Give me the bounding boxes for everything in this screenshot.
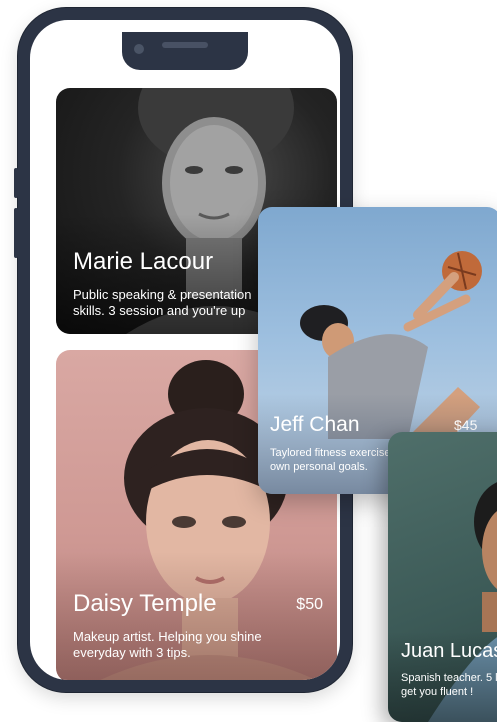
card-description: Public speaking & presentation skills. 3… [73, 287, 252, 320]
card-description-line: Makeup artist. Helping you shine [73, 629, 262, 644]
card-description-line: Spanish teacher. 5 lessons to [401, 672, 497, 684]
phone-side-button [14, 168, 18, 198]
card-name: Marie Lacour [73, 248, 214, 275]
card-name: Daisy Temple [73, 590, 217, 617]
card-description-line: everyday with 3 tips. [73, 645, 191, 661]
phone-notch [122, 32, 248, 70]
card-description: Spanish teacher. 5 lessons to get you fl… [401, 672, 497, 700]
profile-card-juan[interactable]: Juan Lucas Spanish teacher. 5 lessons to… [388, 432, 497, 722]
card-description: Makeup artist. Helping you shine everyda… [73, 629, 262, 662]
card-price: $50 [296, 596, 323, 613]
card-description-line: skills. 3 session and you're up [73, 303, 246, 319]
speaker-grille [162, 42, 208, 48]
card-name: Jeff Chan [270, 413, 360, 436]
phone-side-button [14, 208, 18, 258]
camera-icon [134, 44, 144, 54]
card-description-line: get you fluent ! [401, 685, 474, 698]
card-description-line: Public speaking & presentation [73, 287, 252, 302]
card-name: Juan Lucas [401, 640, 497, 662]
card-price: $45 [454, 417, 478, 433]
